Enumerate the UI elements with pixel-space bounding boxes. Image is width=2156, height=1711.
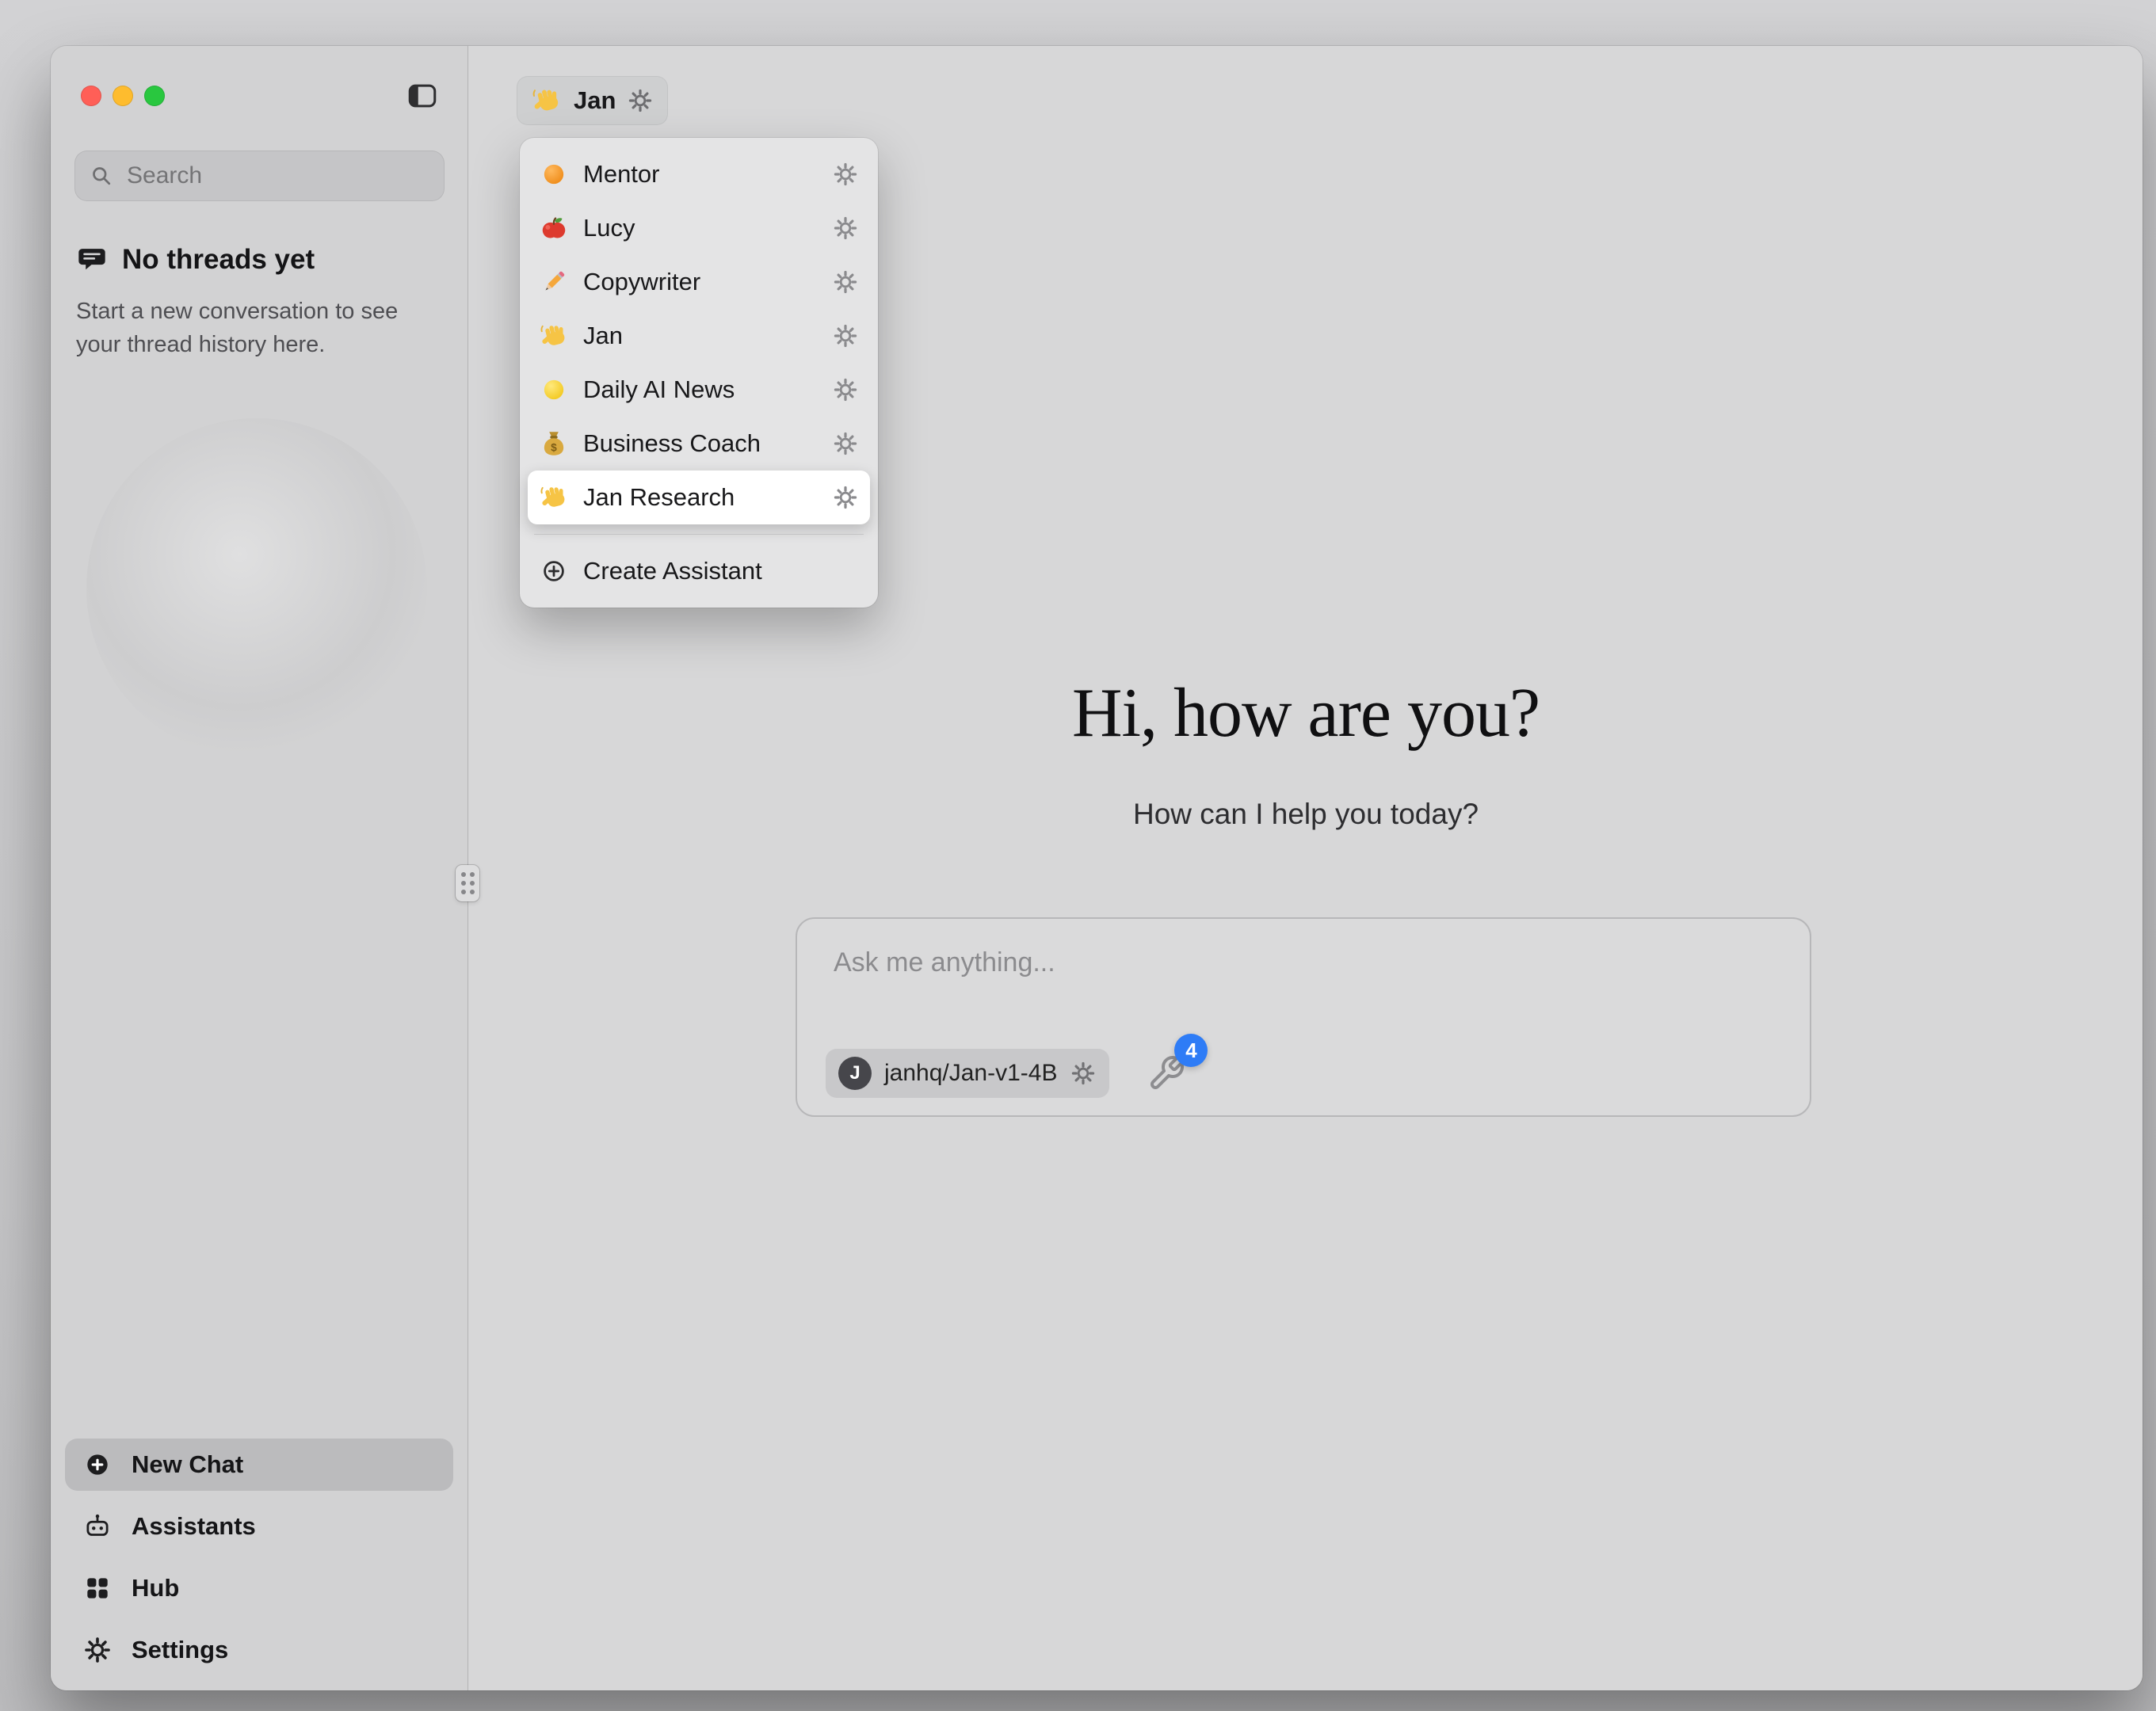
orange-circle-icon <box>539 159 569 189</box>
assistant-menu-item-daily-ai-news[interactable]: Daily AI News <box>528 363 870 417</box>
sidebar-toggle-icon <box>404 79 441 112</box>
sidebar-item-new-chat[interactable]: New Chat <box>65 1439 453 1491</box>
wave-hand-icon <box>539 321 569 351</box>
zoom-window-button[interactable] <box>144 86 165 106</box>
empty-state-title: No threads yet <box>122 244 315 276</box>
sidebar-item-settings[interactable]: Settings <box>65 1624 453 1676</box>
assistant-selector[interactable]: Jan <box>517 76 668 125</box>
composer-toolbar: J janhq/Jan-v1-4B 4 <box>826 1049 1185 1098</box>
gear-icon[interactable] <box>832 161 859 188</box>
sidebar-item-assistants[interactable]: Assistants <box>65 1500 453 1553</box>
model-avatar: J <box>838 1057 872 1090</box>
sidebar-item-label: Assistants <box>132 1512 256 1541</box>
money-bag-icon <box>539 429 569 459</box>
gear-icon <box>82 1635 113 1665</box>
gear-icon[interactable] <box>832 215 859 242</box>
assistant-menu-item-copywriter[interactable]: Copywriter <box>528 255 870 309</box>
menu-divider <box>534 534 864 535</box>
close-window-button[interactable] <box>81 86 101 106</box>
sidebar-item-hub[interactable]: Hub <box>65 1562 453 1614</box>
assistant-menu-item-jan-research[interactable]: Jan Research <box>528 471 870 524</box>
wave-hand-icon <box>531 85 563 116</box>
tools-count-badge: 4 <box>1174 1034 1208 1067</box>
gear-icon[interactable] <box>832 484 859 511</box>
assistant-menu-item-label: Jan <box>583 322 818 350</box>
assistant-menu-item-label: Copywriter <box>583 268 818 296</box>
search-input[interactable] <box>125 162 430 190</box>
assistant-menu-item-business-coach[interactable]: Business Coach <box>528 417 870 471</box>
sidebar-item-label: Hub <box>132 1574 179 1602</box>
gear-icon[interactable] <box>832 376 859 403</box>
sidebar-background-blob <box>86 418 427 759</box>
search-icon <box>89 163 114 189</box>
assistant-menu-item-lucy[interactable]: Lucy <box>528 201 870 255</box>
assistant-menu-item-jan[interactable]: Jan <box>528 309 870 363</box>
minimize-window-button[interactable] <box>113 86 133 106</box>
assistant-menu-item-label: Mentor <box>583 160 818 189</box>
greeting-title: Hi, how are you? <box>469 673 2143 753</box>
grid-icon <box>82 1573 113 1603</box>
sidebar-toggle-button[interactable] <box>404 79 441 112</box>
window-controls <box>81 86 165 106</box>
sidebar-resize-handle[interactable] <box>456 865 479 901</box>
create-assistant-button[interactable]: Create Assistant <box>528 544 870 598</box>
sidebar-item-label: Settings <box>132 1636 228 1664</box>
tools-button[interactable]: 4 <box>1147 1054 1185 1092</box>
message-input[interactable] <box>832 946 1775 1019</box>
model-name: janhq/Jan-v1-4B <box>884 1060 1057 1087</box>
wave-hand-icon <box>539 482 569 513</box>
model-selector[interactable]: J janhq/Jan-v1-4B <box>826 1049 1109 1098</box>
assistant-selector-label: Jan <box>574 86 616 115</box>
chat-bubble-icon <box>76 244 108 276</box>
assistant-menu-item-label: Daily AI News <box>583 375 818 404</box>
main-area: Jan Mentor Lucy Copywriter Jan <box>469 46 2143 1690</box>
assistant-menu-item-label: Business Coach <box>583 429 818 458</box>
gear-icon[interactable] <box>832 430 859 457</box>
search-bar[interactable] <box>74 151 445 201</box>
create-assistant-label: Create Assistant <box>583 557 859 585</box>
sidebar-item-label: New Chat <box>132 1450 243 1479</box>
gear-icon[interactable] <box>832 322 859 349</box>
gear-icon[interactable] <box>627 87 654 114</box>
plus-circle-icon <box>539 556 569 586</box>
welcome-section: Hi, how are you? How can I help you toda… <box>469 673 2143 831</box>
assistant-menu-item-label: Jan Research <box>583 483 818 512</box>
empty-state-description: Start a new conversation to see your thr… <box>76 295 434 361</box>
app-window: No threads yet Start a new conversation … <box>51 46 2143 1690</box>
pencil-icon <box>539 267 569 297</box>
assistant-menu-item-label: Lucy <box>583 214 818 242</box>
apple-icon <box>539 213 569 243</box>
yellow-circle-icon <box>539 375 569 405</box>
bot-icon <box>82 1511 113 1541</box>
threads-empty-state: No threads yet Start a new conversation … <box>76 244 434 361</box>
assistant-menu-item-mentor[interactable]: Mentor <box>528 147 870 201</box>
gear-icon[interactable] <box>832 269 859 295</box>
gear-icon[interactable] <box>1070 1060 1097 1087</box>
chat-composer[interactable]: J janhq/Jan-v1-4B 4 <box>796 917 1811 1117</box>
assistant-menu: Mentor Lucy Copywriter Jan Daily AI News <box>520 138 878 608</box>
sidebar: No threads yet Start a new conversation … <box>51 46 468 1690</box>
sidebar-nav: New Chat Assistants Hub Settings <box>65 1439 453 1676</box>
plus-circle-filled-icon <box>82 1450 113 1480</box>
greeting-subtitle: How can I help you today? <box>469 798 2143 831</box>
